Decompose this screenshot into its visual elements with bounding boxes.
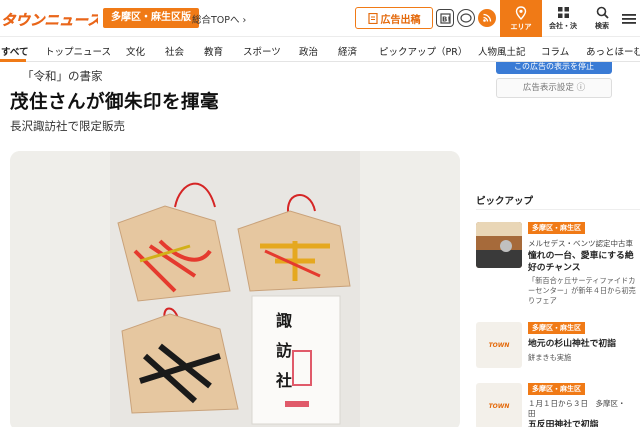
company-button[interactable]: 会社・決 bbox=[543, 0, 583, 37]
ad-placement-label: 広告出稿 bbox=[380, 14, 421, 26]
ema-and-goshuin-illustration: 諏 訪 社 bbox=[10, 151, 460, 427]
pickup-thumbnail: TOWN bbox=[476, 322, 522, 368]
nav-item-pickup-pr[interactable]: ピックアップ（PR） bbox=[379, 44, 467, 58]
nav-item-politics[interactable]: 政治 bbox=[299, 44, 318, 58]
region-edition-button[interactable]: 多摩区・麻生区版 bbox=[103, 8, 199, 28]
area-button[interactable]: エリア bbox=[500, 0, 542, 37]
svg-text:B!: B! bbox=[442, 15, 451, 23]
nav-item-column[interactable]: コラム bbox=[541, 44, 569, 58]
nav-item-sports[interactable]: スポーツ bbox=[243, 44, 281, 58]
pickup-subtitle-continued: 田 bbox=[528, 409, 536, 418]
pickup-thumbnail bbox=[476, 222, 522, 268]
svg-text:社: 社 bbox=[275, 371, 292, 390]
pickup-subtitle: メルセデス・ベンツ認定中古車 bbox=[528, 239, 633, 248]
search-icon bbox=[596, 6, 609, 19]
ad-stop-button[interactable]: この広告の表示を停止 bbox=[496, 62, 612, 74]
nav-item-top-news[interactable]: トップニュース bbox=[45, 44, 111, 58]
pickup-heading: ピックアップ bbox=[476, 196, 534, 207]
nav-active-indicator bbox=[0, 59, 26, 62]
site-header: タウンニュース 多摩区・麻生区版 総合TOPへ › 広告出稿 B! エリア 会社… bbox=[0, 0, 640, 37]
pickup-note: 「新百合ヶ丘サーティファイドカーセンター」が新年４日から初売りフェア bbox=[528, 276, 636, 305]
search-button[interactable]: 検索 bbox=[582, 0, 622, 37]
pickup-headline: 五反田神社で初詣 bbox=[528, 420, 599, 427]
rss-icon[interactable] bbox=[478, 9, 496, 27]
pickup-subtitle: １月１日から３日 多摩区・ bbox=[528, 399, 626, 408]
pickup-item[interactable]: 多摩区・麻生区 メルセデス・ベンツ認定中古車 憧れの一台、愛車にする絶好のチャン… bbox=[476, 222, 640, 305]
article-title: 茂住さんが御朱印を揮毫 bbox=[10, 92, 220, 113]
pickup-region-badge: 多摩区・麻生区 bbox=[528, 322, 585, 334]
pickup-region-badge: 多摩区・麻生区 bbox=[528, 383, 585, 395]
pickup-headline: 憧れの一台、愛車にする絶好のチャンス bbox=[528, 251, 634, 273]
site-logo[interactable]: タウンニュース bbox=[0, 7, 98, 31]
placeholder-logo-image: TOWN bbox=[488, 341, 510, 349]
search-label: 検索 bbox=[595, 22, 609, 30]
pickup-headline: 地元の杉山神社で初詣 bbox=[528, 339, 616, 349]
grid-icon bbox=[557, 7, 569, 18]
pickup-note: 餅まきも実施 bbox=[528, 353, 572, 362]
nav-item-economy[interactable]: 経済 bbox=[338, 44, 357, 58]
svg-text:タウンニュース: タウンニュース bbox=[1, 12, 98, 29]
document-icon bbox=[367, 12, 378, 24]
pickup-item[interactable]: TOWN 多摩区・麻生区 地元の杉山神社で初詣 餅まきも実施 bbox=[476, 322, 640, 368]
category-nav: すべて トップニュース 文化 社会 教育 スポーツ 政治 経済 ピックアップ（P… bbox=[0, 38, 640, 62]
article-kicker: 「令和」の書家 bbox=[22, 69, 103, 83]
svg-text:訪: 訪 bbox=[276, 341, 292, 360]
bookmark-share-icon[interactable]: B! bbox=[436, 9, 454, 27]
article-photo[interactable]: 諏 訪 社 bbox=[10, 151, 460, 427]
svg-text:諏: 諏 bbox=[276, 311, 292, 330]
top-page-link[interactable]: 総合TOPへ › bbox=[192, 12, 246, 26]
ad-placement-button[interactable]: 広告出稿 bbox=[355, 7, 433, 29]
pickup-divider bbox=[476, 209, 640, 210]
hamburger-icon bbox=[622, 13, 636, 24]
nav-item-all[interactable]: すべて bbox=[1, 44, 28, 58]
pickup-item[interactable]: TOWN 多摩区・麻生区 １月１日から３日 多摩区・ 田 五反田神社で初詣 bbox=[476, 383, 640, 427]
area-label: エリア bbox=[510, 22, 532, 31]
nav-item-society[interactable]: 社会 bbox=[165, 44, 184, 58]
line-share-icon[interactable] bbox=[457, 9, 475, 27]
pickup-thumbnail: TOWN bbox=[476, 383, 522, 427]
menu-button[interactable] bbox=[622, 0, 640, 37]
nav-item-profile[interactable]: 人物風土記 bbox=[478, 44, 526, 58]
pickup-region-badge: 多摩区・麻生区 bbox=[528, 222, 585, 234]
article-subtitle: 長沢諏訪社で限定販売 bbox=[10, 119, 125, 133]
company-label: 会社・決 bbox=[549, 22, 577, 30]
map-pin-icon bbox=[515, 5, 527, 20]
nav-item-education[interactable]: 教育 bbox=[204, 44, 223, 58]
placeholder-logo-image: TOWN bbox=[488, 402, 510, 410]
nav-item-at-home[interactable]: あっとほーむ bbox=[586, 44, 640, 58]
ad-settings-button[interactable]: 広告表示設定 ⓘ bbox=[496, 78, 612, 98]
nav-item-culture[interactable]: 文化 bbox=[126, 44, 145, 58]
